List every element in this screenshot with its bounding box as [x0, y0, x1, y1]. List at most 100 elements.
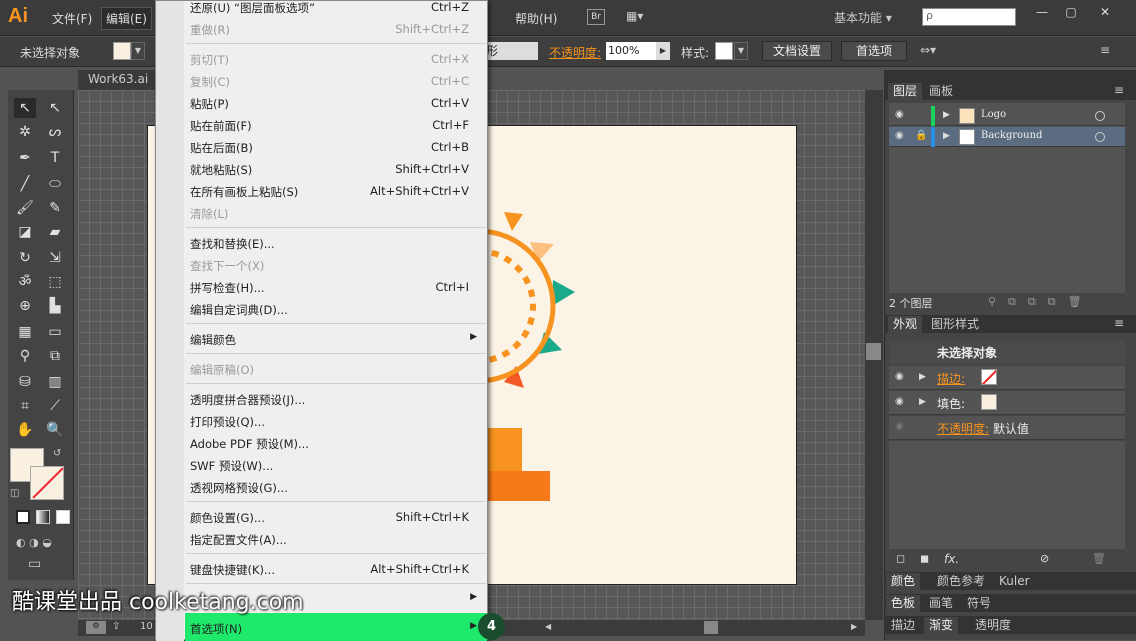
menu-item-color-settings[interactable]: 颜色设置(G)... Shift+Ctrl+K	[156, 506, 487, 528]
selection-tool-icon[interactable]: ↖	[14, 98, 36, 118]
none-mode-icon[interactable]	[56, 510, 70, 524]
stroke-color-swatch[interactable]	[30, 466, 64, 500]
menu-item-swf-presets[interactable]: SWF 预设(W)...	[156, 454, 487, 476]
menu-item-paste[interactable]: 粘贴(P) Ctrl+V	[156, 92, 487, 114]
clear-appearance-icon[interactable]: ⊘	[1040, 552, 1049, 565]
menu-item-flattener-presets[interactable]: 透明度拼合器预设(J)...	[156, 388, 487, 410]
tab-symbols[interactable]: 符号	[962, 595, 996, 612]
pen-tool-icon[interactable]: ✒	[14, 148, 36, 168]
draw-mode-icons[interactable]: ◐ ◑ ◒	[16, 536, 66, 550]
slice-tool-icon[interactable]: ⟋	[44, 396, 66, 416]
style-swatch[interactable]	[715, 42, 733, 60]
close-button[interactable]: ✕	[1092, 3, 1118, 21]
maximize-button[interactable]: ▢	[1058, 3, 1084, 21]
magic-wand-tool-icon[interactable]: ✲	[14, 122, 36, 142]
line-tool-icon[interactable]: ╱	[14, 174, 36, 194]
menu-item-paste-in-place[interactable]: 就地粘贴(S) Shift+Ctrl+V	[156, 158, 487, 180]
panel-menu-icon[interactable]: ≡	[1114, 83, 1124, 97]
menu-item-pdf-presets[interactable]: Adobe PDF 预设(M)...	[156, 432, 487, 454]
tab-swatches[interactable]: 色板	[886, 595, 921, 612]
default-colors-icon[interactable]: ◫	[10, 488, 19, 499]
menu-item-edit-dictionary[interactable]: 编辑自定词典(D)...	[156, 298, 487, 320]
ellipse-tool-icon[interactable]: ⬭	[44, 174, 66, 194]
appearance-stroke-row[interactable]: ◉ ▶ 描边:	[889, 366, 1125, 390]
hand-tool-icon[interactable]: ✋	[14, 420, 36, 440]
opacity-dropdown-icon[interactable]: ▶	[656, 42, 670, 60]
layer-name[interactable]: Logo	[981, 109, 1006, 120]
preferences-button[interactable]: 首选项	[841, 41, 907, 61]
menu-item-preferences[interactable]: 首选项(N) ▶	[185, 613, 487, 641]
tab-artboards[interactable]: 画板	[924, 83, 958, 100]
menu-item-paste-in-front[interactable]: 贴在前面(F) Ctrl+F	[156, 114, 487, 136]
tab-stroke[interactable]: 描边	[886, 617, 920, 634]
menu-item-spell-check[interactable]: 拼写检查(H)... Ctrl+I	[156, 276, 487, 298]
menu-item-find-next[interactable]: 查找下一个(X)	[156, 254, 487, 276]
menu-item-keyboard-shortcuts[interactable]: 键盘快捷键(K)... Alt+Shift+Ctrl+K	[156, 558, 487, 580]
visibility-eye-icon[interactable]: ◉	[895, 371, 904, 382]
menu-item-redo[interactable]: 重做(R) Shift+Ctrl+Z	[156, 18, 487, 40]
fill-swatch[interactable]	[113, 42, 131, 60]
menu-item-paste-all-artboards[interactable]: 在所有画板上粘贴(S) Alt+Shift+Ctrl+V	[156, 180, 487, 202]
paintbrush-tool-icon[interactable]: 🖌	[14, 198, 36, 218]
visibility-eye-icon[interactable]: ◉	[895, 109, 904, 120]
fx-icon[interactable]: fx.	[944, 552, 959, 566]
shape-builder-tool-icon[interactable]: ⊕	[14, 296, 36, 316]
document-tab[interactable]: Work63.ai	[78, 70, 158, 90]
share-icon[interactable]: ⇪	[112, 621, 120, 632]
fill-swatch[interactable]	[981, 394, 997, 410]
rotate-tool-icon[interactable]: ↻	[14, 248, 36, 268]
tab-color[interactable]: 颜色	[886, 573, 921, 590]
appearance-opacity-row[interactable]: ◉ 不透明度: 默认值	[889, 416, 1125, 440]
stroke-label[interactable]: 描边:	[937, 370, 965, 387]
menu-item-cut[interactable]: 剪切(T) Ctrl+X	[156, 48, 487, 70]
tab-kuler[interactable]: Kuler	[994, 573, 1035, 590]
tab-brushes[interactable]: 画笔	[924, 595, 958, 612]
scroll-left-icon[interactable]: ◀	[545, 622, 551, 631]
panel-menu-icon[interactable]: ≡	[1114, 316, 1124, 330]
style-dropdown-icon[interactable]: ▼	[734, 42, 748, 60]
opacity-label[interactable]: 不透明度:	[937, 420, 989, 437]
menu-file[interactable]: 文件(F)	[48, 8, 96, 29]
eyedropper-tool-icon[interactable]: ⚲	[14, 346, 36, 366]
opacity-label[interactable]: 不透明度:	[549, 44, 601, 61]
free-transform-tool-icon[interactable]: ⬚	[44, 272, 66, 292]
appearance-fill-row[interactable]: ◉ ▶ 填色:	[889, 391, 1125, 415]
tab-color-guide[interactable]: 颜色参考	[932, 573, 990, 590]
zoom-tool-icon[interactable]: 🔍	[44, 420, 66, 440]
visibility-eye-icon[interactable]: ◉	[895, 396, 904, 407]
perspective-grid-tool-icon[interactable]: ▙	[44, 296, 66, 316]
tab-graphic-styles[interactable]: 图形样式	[926, 316, 984, 333]
gradient-mode-icon[interactable]	[36, 510, 50, 524]
stroke-none-swatch[interactable]	[981, 369, 997, 385]
status-icon[interactable]: ⚙	[86, 621, 106, 634]
fill-dropdown-icon[interactable]: ▼	[131, 42, 145, 60]
menu-item-paste-in-back[interactable]: 贴在后面(B) Ctrl+B	[156, 136, 487, 158]
target-circle-icon[interactable]	[1095, 132, 1105, 142]
lock-icon[interactable]: 🔒	[915, 130, 927, 141]
arrange-documents-icon[interactable]: ▦▾	[626, 9, 652, 25]
menu-edit[interactable]: 编辑(E)	[101, 7, 152, 30]
artboard-tool-icon[interactable]: ⌗	[14, 396, 36, 416]
layer-row-background[interactable]: ◉ 🔒 ▶ Background	[889, 127, 1125, 147]
delete-icon[interactable]: 🗑	[1092, 552, 1106, 565]
menu-item-undo[interactable]: 还原(U) “图层面板选项” Ctrl+Z	[156, 0, 487, 18]
document-settings-button[interactable]: 文档设置	[762, 41, 832, 61]
menu-item-edit-original[interactable]: 编辑原稿(O)	[156, 358, 487, 380]
visibility-eye-icon[interactable]: ◉	[895, 421, 904, 432]
column-graph-tool-icon[interactable]: ▥	[44, 372, 66, 392]
menu-item-copy[interactable]: 复制(C) Ctrl+C	[156, 70, 487, 92]
expand-arrow-icon[interactable]: ▶	[943, 131, 950, 141]
tab-appearance[interactable]: 外观	[888, 316, 923, 333]
bridge-button[interactable]: Br	[587, 9, 605, 25]
workspace-switcher[interactable]: 基本功能 ▾	[834, 9, 892, 26]
screen-mode-icon[interactable]: ▭	[28, 556, 52, 574]
scale-tool-icon[interactable]: ⇲	[44, 248, 66, 268]
swap-colors-icon[interactable]: ↺	[53, 448, 61, 459]
expand-arrow-icon[interactable]: ▶	[919, 372, 926, 382]
mesh-tool-icon[interactable]: ▦	[14, 322, 36, 342]
new-fill-icon[interactable]: ◼	[920, 552, 929, 565]
fill-mode-icon[interactable]	[16, 510, 30, 524]
menu-item-edit-colors[interactable]: 编辑颜色 ▶	[156, 328, 487, 350]
type-tool-icon[interactable]: T	[44, 148, 66, 168]
blob-brush-tool-icon[interactable]: ◪	[14, 222, 36, 242]
